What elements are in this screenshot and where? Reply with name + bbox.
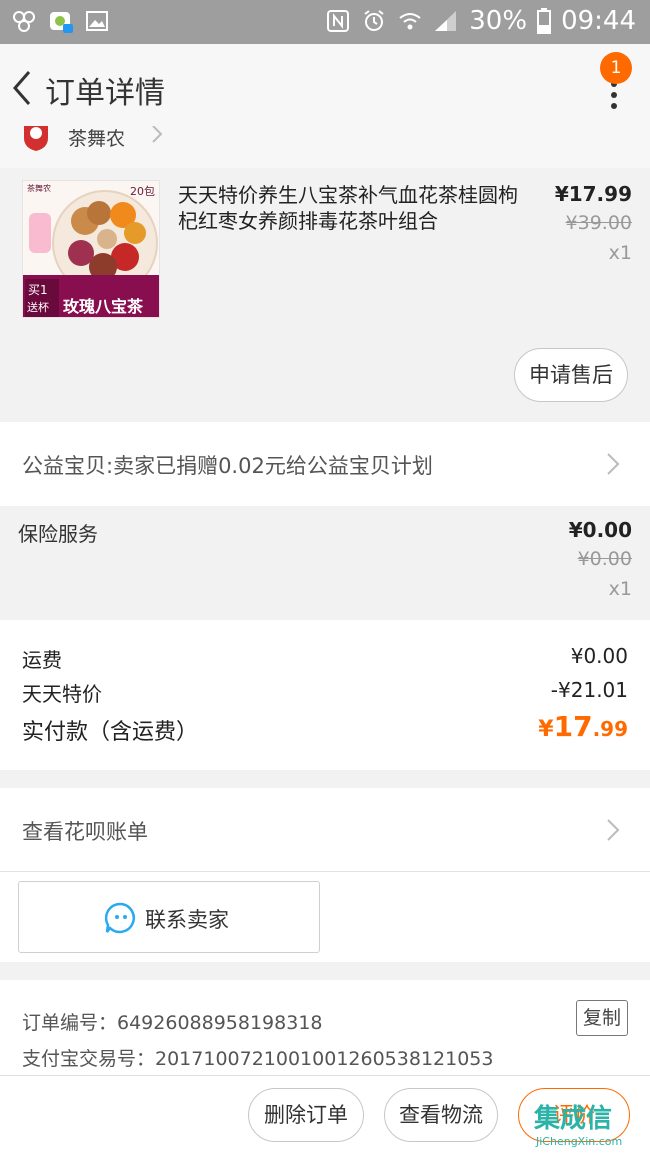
- insurance-quantity: x1: [608, 578, 632, 600]
- thumb-pack-count: 20包: [130, 185, 155, 198]
- paid-label: 实付款（含运费）: [22, 720, 199, 745]
- product-quantity: x1: [608, 242, 632, 264]
- clock: 09:44: [561, 6, 636, 36]
- wifi-icon: [399, 13, 421, 30]
- contact-seller-label: 联系卖家: [145, 908, 229, 932]
- chevron-right-icon: [607, 819, 620, 841]
- shop-header[interactable]: 茶舞农: [0, 124, 650, 168]
- shipping-label: 运费: [22, 648, 62, 672]
- thumb-promo-gift: 送杯: [27, 301, 49, 314]
- notification-badge: 1: [600, 52, 632, 84]
- payment-summary: 运费 ¥0.00 天天特价 -¥21.01 实付款（含运费） ¥17.99: [0, 620, 650, 770]
- page-title: 订单详情: [45, 76, 165, 111]
- thumb-product-name: 玫瑰八宝茶: [63, 297, 144, 316]
- copy-button[interactable]: 复制: [576, 1000, 628, 1036]
- app-notification-icon: [13, 11, 35, 32]
- game-notification-icon: [50, 12, 73, 33]
- insurance-price-block: ¥0.00 ¥0.00 x1: [569, 518, 632, 600]
- discount-label: 天天特价: [22, 682, 102, 706]
- image-notification-icon: [86, 11, 108, 31]
- alarm-icon: [364, 10, 384, 31]
- contact-section: 联系卖家: [0, 872, 650, 962]
- nfc-icon: [327, 10, 350, 32]
- insurance-service: 保险服务 ¥0.00 ¥0.00 x1: [0, 506, 650, 614]
- paid-decimal: .99: [592, 717, 628, 741]
- order-number: 订单编号：64926088958198318: [22, 1012, 323, 1034]
- product-price-block: ¥17.99 ¥39.00 x1: [555, 182, 632, 264]
- watermark-text: 集成信: [534, 1104, 613, 1134]
- discount-value: -¥21.01: [550, 678, 628, 702]
- more-menu-icon[interactable]: [610, 80, 618, 110]
- signal-icon: [435, 11, 457, 31]
- after-sales-button[interactable]: 申请售后: [514, 348, 628, 402]
- paid-row: 实付款（含运费） ¥17.99: [22, 710, 628, 746]
- shop-logo-icon: [24, 126, 48, 151]
- insurance-price: ¥0.00: [568, 518, 632, 542]
- battery-percent: 30%: [469, 6, 528, 36]
- product-price: ¥17.99: [554, 182, 632, 206]
- watermark: 集成信 JiChengXin.com: [534, 1098, 650, 1155]
- charity-row[interactable]: 公益宝贝:卖家已捐赠0.02元给公益宝贝计划: [0, 422, 650, 506]
- insurance-title: 保险服务: [18, 522, 98, 546]
- paid-amount: ¥17.99: [538, 710, 628, 743]
- battery-icon: [537, 8, 552, 34]
- chat-icon: [105, 902, 135, 934]
- order-info: 订单编号：64926088958198318 支付宝交易号：2017100721…: [0, 980, 650, 1075]
- chevron-right-icon: [152, 126, 163, 143]
- status-bar: 30% 09:44: [0, 0, 650, 44]
- thumb-brand: 茶舞农: [27, 184, 51, 193]
- product-item[interactable]: 茶舞农 20包 买1 送杯 玫瑰八宝茶 天天特价养生八宝茶补气血花茶桂圆枸杞红枣…: [0, 170, 650, 416]
- back-arrow-icon[interactable]: [10, 66, 34, 110]
- contact-seller-button[interactable]: 联系卖家: [18, 881, 320, 953]
- product-original-price: ¥39.00: [565, 212, 632, 234]
- paid-integer: 17: [553, 710, 593, 743]
- insurance-original-price: ¥0.00: [577, 548, 632, 570]
- nav-bar: 订单详情 1: [0, 44, 650, 132]
- shop-name: 茶舞农: [68, 128, 126, 150]
- watermark-url: JiChengXin.com: [536, 1135, 623, 1148]
- huabei-bill-row[interactable]: 查看花呗账单: [0, 788, 650, 872]
- thumb-promo-buy: 买1: [28, 283, 48, 297]
- discount-row: 天天特价 -¥21.01: [22, 678, 628, 707]
- paid-currency: ¥: [538, 717, 554, 742]
- alipay-trade-number: 支付宝交易号：2017100721001001260538121053: [22, 1048, 494, 1070]
- charity-text: 公益宝贝:卖家已捐赠0.02元给公益宝贝计划: [22, 454, 433, 478]
- chevron-right-icon: [607, 453, 620, 475]
- shipping-value: ¥0.00: [570, 644, 628, 668]
- view-logistics-button[interactable]: 查看物流: [384, 1088, 498, 1142]
- product-thumbnail[interactable]: 茶舞农 20包 买1 送杯 玫瑰八宝茶: [22, 180, 160, 318]
- delete-order-button[interactable]: 删除订单: [248, 1088, 364, 1142]
- shipping-row: 运费 ¥0.00: [22, 644, 628, 673]
- huabei-bill-text: 查看花呗账单: [22, 820, 148, 844]
- product-title[interactable]: 天天特价养生八宝茶补气血花茶桂圆枸杞红枣女养颜排毒花茶叶组合: [178, 182, 518, 234]
